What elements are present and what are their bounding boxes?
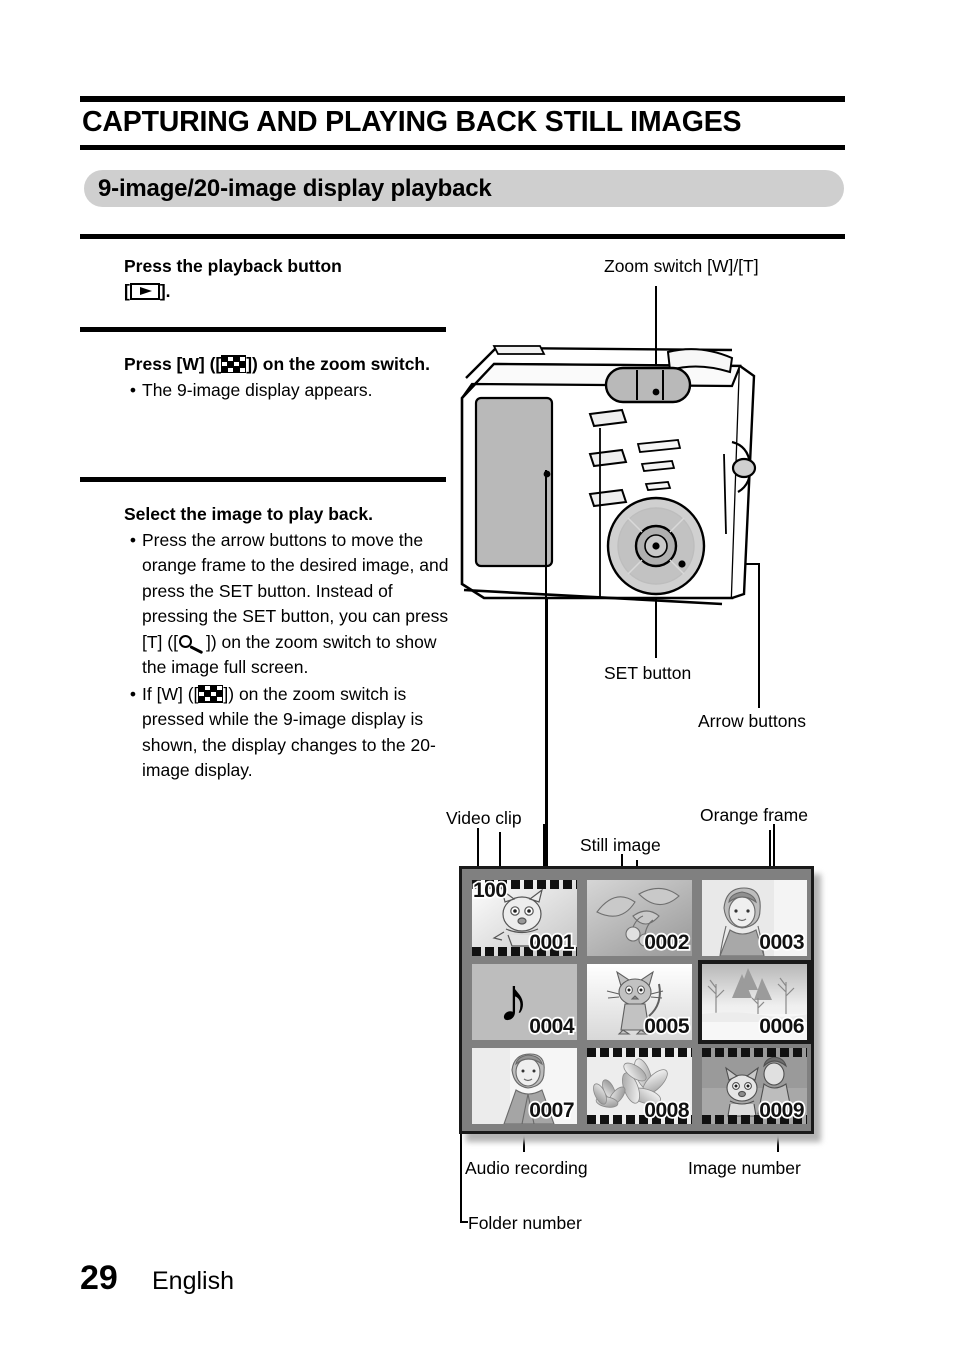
image-number-label: 0007 xyxy=(528,1098,577,1123)
camera-lcd-screen xyxy=(474,396,554,568)
image-number-label: 0002 xyxy=(643,930,692,955)
section-title: 9-image/20-image display playback xyxy=(98,175,492,202)
thumbnail-cell[interactable]: 0009 xyxy=(702,1048,807,1124)
camera-body xyxy=(460,345,757,606)
step-2: Press [W] ([ ]) on the zoom switch. • The… xyxy=(124,352,449,403)
thumbnail-cell-selected[interactable]: 0006 xyxy=(698,960,811,1044)
image-number-label: 0005 xyxy=(643,1014,692,1039)
camera-control-dial xyxy=(606,496,706,596)
language-label: English xyxy=(152,1267,234,1295)
step-3-bullet-1: • Press the arrow buttons to move the or… xyxy=(124,528,449,681)
step-separator-1 xyxy=(80,327,446,332)
bullet-2-part1: If [W] ([ xyxy=(142,683,199,704)
camera-zoom-switch xyxy=(604,366,692,404)
step-2-heading-text-before: Press [W] ([ xyxy=(124,354,222,374)
thumbnail-cell[interactable]: 100 0001 xyxy=(472,880,577,956)
callout-image-number: Image number xyxy=(688,1158,801,1178)
step-2-bullet: • The 9-image display appears. xyxy=(124,378,449,404)
callout-orange-frame: Orange frame xyxy=(700,805,808,825)
bullet-marker: • xyxy=(129,379,137,400)
bullet-marker: • xyxy=(129,683,137,704)
callout-zoom-switch: Zoom switch [W]/[T] xyxy=(604,256,759,276)
thumbnail-cell[interactable]: 0002 xyxy=(587,880,692,956)
thumbnail-cell[interactable]: 0003 xyxy=(702,880,807,956)
image-number-label: 0001 xyxy=(528,930,577,955)
callout-still-image: Still image xyxy=(580,835,661,855)
step-3: Select the image to play back. • Press t… xyxy=(124,502,449,784)
thumbnail-grid: 100 0001 0002 0003 ♪ 0004 0005 0006 0007… xyxy=(472,880,811,1126)
step-separator-2 xyxy=(80,477,446,482)
step-3-bullet-1-text: Press the arrow buttons to move the oran… xyxy=(142,528,449,681)
step-1-heading: Press the playback button []. xyxy=(124,254,449,303)
magnifier-icon xyxy=(178,634,206,655)
step-3-bullet-2: • If [W] ([]) on the zoom switch is pres… xyxy=(124,682,449,784)
step-1-heading-text: Press the playback button xyxy=(124,256,342,276)
callout-arrow-buttons: Arrow buttons xyxy=(698,711,806,731)
thumbnail-cell[interactable]: ♪ 0004 xyxy=(472,964,577,1040)
callout-set-button: SET button xyxy=(604,663,692,683)
thumbnail-cell[interactable]: 0005 xyxy=(587,964,692,1040)
image-number-label: 0003 xyxy=(758,930,807,955)
thumbnail-cell[interactable]: 0007 xyxy=(472,1048,577,1124)
header-rule-bottom xyxy=(80,145,845,150)
step-3-bullet-2-text: If [W] ([]) on the zoom switch is presse… xyxy=(142,682,449,784)
manual-page: CAPTURING AND PLAYING BACK STILL IMAGES … xyxy=(0,0,954,1345)
thumbnail-grid-icon xyxy=(198,684,224,703)
step-2-heading-text-after: ]) on the zoom switch. xyxy=(246,354,430,374)
step-2-bullet-text: The 9-image display appears. xyxy=(142,379,373,400)
bracket-close: ]. xyxy=(159,280,171,301)
image-number-label: 0006 xyxy=(758,1014,807,1039)
section-rule-bottom xyxy=(80,234,845,239)
image-number-label: 0008 xyxy=(643,1098,692,1123)
step-3-heading: Select the image to play back. xyxy=(124,504,373,524)
step-2-heading: Press [W] ([ ]) on the zoom switch. xyxy=(124,352,449,377)
page-number: 29 xyxy=(80,1259,118,1297)
callout-folder-number: Folder number xyxy=(468,1213,582,1233)
callout-audio-recording: Audio recording xyxy=(465,1158,588,1178)
step-1: Press the playback button []. xyxy=(124,254,449,303)
bullet-marker: • xyxy=(129,529,137,550)
callout-video-clip: Video clip xyxy=(446,808,522,828)
folder-number-overlay: 100 xyxy=(472,880,509,903)
music-note-icon: ♪ xyxy=(498,966,529,1035)
playback-icon xyxy=(129,282,160,300)
image-number-label: 0004 xyxy=(528,1014,577,1039)
page-title: CAPTURING AND PLAYING BACK STILL IMAGES xyxy=(82,106,742,138)
nine-image-display: 100 0001 0002 0003 ♪ 0004 0005 0006 0007… xyxy=(459,866,814,1134)
image-number-label: 0009 xyxy=(758,1098,807,1123)
thumbnail-cell[interactable]: 0008 xyxy=(587,1048,692,1124)
thumbnail-grid-icon xyxy=(221,355,247,373)
